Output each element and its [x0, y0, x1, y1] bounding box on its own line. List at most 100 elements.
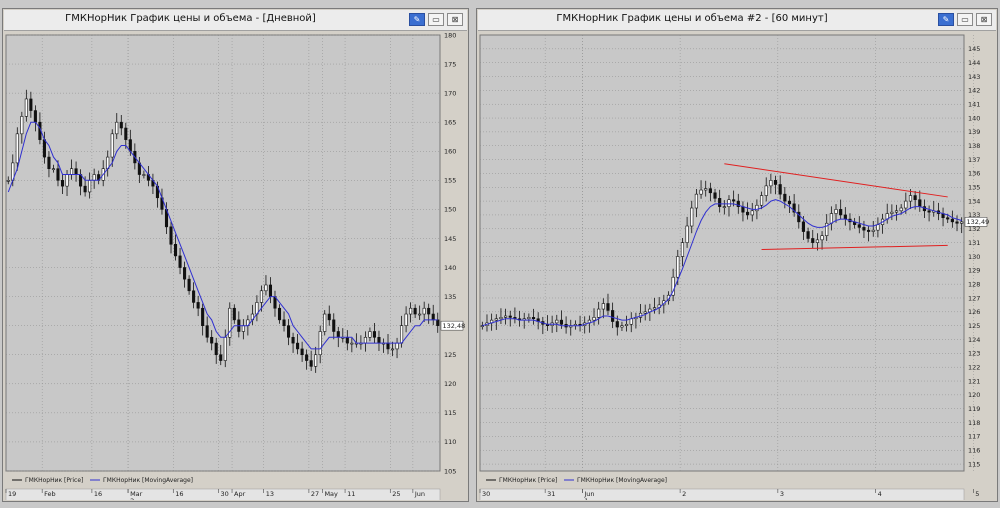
x-tick-label: 16: [175, 490, 183, 498]
candle-body: [904, 200, 908, 209]
candle-body: [732, 199, 736, 202]
candle-body: [755, 204, 759, 212]
candle-body: [857, 224, 861, 228]
candle-body: [867, 229, 871, 232]
candle-body: [643, 311, 647, 314]
candle-body: [843, 214, 847, 220]
y-tick-label: 175: [444, 60, 456, 68]
candle-body: [680, 242, 685, 257]
y-tick-label: 160: [444, 148, 456, 156]
candle-body: [913, 195, 917, 201]
x-tick-label: 25: [392, 490, 400, 498]
close-button[interactable]: ⊠: [976, 13, 992, 26]
candle-body: [219, 354, 223, 361]
window-titlebar[interactable]: ГМКНорНик График цены и объема - [Дневно…: [4, 10, 467, 31]
candle-body: [871, 229, 875, 232]
legend-price-label: ГМКНорНик [Price]: [25, 477, 83, 484]
y-tick-label: 138: [968, 142, 980, 150]
y-tick-label: 144: [968, 59, 980, 67]
candle-body: [611, 310, 615, 322]
daily-chart-window[interactable]: ГМКНорНик График цены и объема - [Дневно…: [2, 8, 469, 502]
y-tick-label: 125: [444, 351, 456, 359]
candle-body: [56, 168, 60, 181]
candle-body: [395, 342, 399, 350]
minimize-button[interactable]: ▭: [957, 13, 973, 26]
x-tick-label: 30: [220, 490, 228, 498]
candle-body: [759, 195, 764, 206]
candle-body: [305, 354, 309, 361]
candle-body: [499, 317, 503, 320]
candle-body: [555, 319, 559, 324]
candle-body: [29, 98, 33, 111]
y-tick-label: 135: [968, 184, 980, 192]
y-tick-label: 135: [444, 293, 456, 301]
x-tick-label: 1: [584, 497, 588, 500]
candle-body: [694, 193, 698, 209]
candle-body: [413, 307, 417, 315]
candle-body: [390, 348, 395, 351]
legend-ma-label: ГМКНорНик [MovingAverage]: [103, 477, 193, 484]
candle-body: [815, 239, 819, 243]
candle-body: [820, 235, 824, 241]
candle-body: [862, 227, 866, 231]
candle-body: [876, 224, 880, 231]
candle-body: [508, 315, 512, 318]
candle-body: [409, 307, 413, 315]
candle-body: [119, 121, 123, 129]
candle-body: [597, 308, 601, 318]
candle-body: [332, 319, 336, 332]
y-tick-label: 155: [444, 177, 456, 185]
candle-body: [33, 110, 37, 123]
candle-body: [436, 319, 440, 326]
hourly-chart-window[interactable]: ГМКНорНик График цены и объема #2 - [60 …: [476, 8, 998, 502]
candle-body: [422, 307, 426, 315]
y-tick-label: 130: [968, 253, 980, 261]
candle-body: [323, 313, 327, 332]
x-tick-label: Jun: [414, 490, 425, 498]
candle-body: [372, 331, 376, 338]
plot-area: [5, 34, 441, 472]
candle-body: [801, 221, 806, 232]
candle-body: [268, 284, 273, 297]
daily-price-chart[interactable]: 1051101151201251301351401451501551601651…: [4, 31, 467, 500]
y-tick-label: 105: [444, 467, 456, 475]
candle-body: [83, 185, 87, 193]
minimize-button[interactable]: ▭: [428, 13, 444, 26]
y-tick-label: 119: [968, 405, 980, 413]
y-tick-label: 145: [444, 235, 456, 243]
candle-body: [927, 210, 931, 213]
candle-body: [418, 313, 422, 316]
y-tick-label: 120: [968, 391, 980, 399]
hourly-price-chart[interactable]: 1151161171181191201211221231241251261271…: [478, 31, 996, 500]
pin-button[interactable]: ✎: [409, 13, 425, 26]
candle-body: [431, 313, 435, 321]
candle-body: [92, 174, 96, 181]
x-tick-label: 19: [8, 490, 16, 498]
y-tick-label: 180: [444, 31, 456, 39]
candle-body: [296, 342, 300, 350]
candle-body: [377, 336, 381, 344]
close-button[interactable]: ⊠: [447, 13, 463, 26]
candle-body: [142, 174, 146, 176]
candle-body: [713, 192, 717, 199]
y-tick-label: 117: [968, 433, 980, 441]
pin-button[interactable]: ✎: [938, 13, 954, 26]
candle-body: [918, 199, 922, 207]
candle-body: [620, 325, 624, 328]
x-tick-label: 11: [347, 490, 355, 498]
candle-body: [764, 185, 768, 196]
window-titlebar[interactable]: ГМКНорНик График цены и объема #2 - [60 …: [478, 10, 996, 31]
candle-body: [291, 336, 295, 344]
candle-body: [750, 210, 754, 216]
x-tick-label: 16: [94, 490, 102, 498]
candle-body: [232, 307, 236, 321]
y-tick-label: 142: [968, 87, 980, 95]
candle-body: [201, 307, 205, 326]
window-title: ГМКНорНик График цены и объема - [Дневно…: [65, 13, 316, 24]
x-tick-label: 2: [682, 490, 686, 498]
y-tick-label: 134: [968, 197, 980, 205]
y-tick-label: 124: [968, 336, 980, 344]
y-tick-label: 125: [968, 322, 980, 330]
y-tick-label: 150: [444, 206, 456, 214]
candle-body: [282, 319, 286, 326]
